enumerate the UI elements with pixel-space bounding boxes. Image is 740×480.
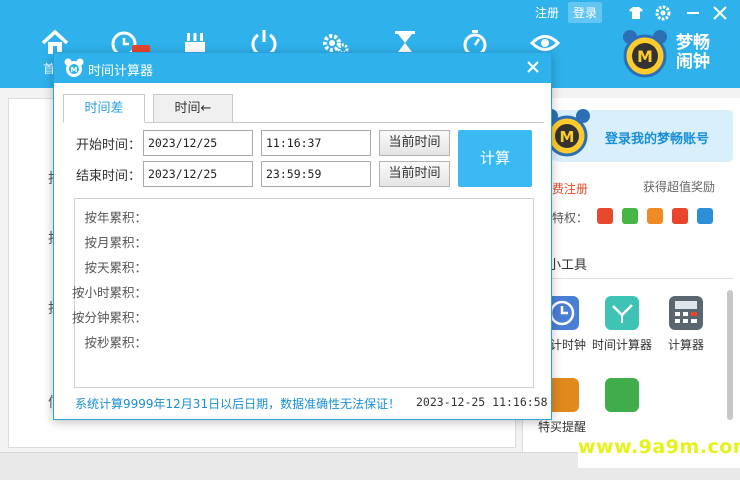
login-link[interactable]: 登录 xyxy=(568,2,603,23)
tools-divider xyxy=(540,278,734,279)
site-watermark: www.9a9m.com xyxy=(578,436,740,458)
tools-section-title: 小工具 xyxy=(548,258,588,273)
monitor-icon xyxy=(605,378,639,412)
close-window-icon[interactable] xyxy=(711,4,729,22)
dialog-title-bar[interactable]: M 时间计算器 xyxy=(54,53,551,83)
gear-icon[interactable] xyxy=(654,4,672,22)
svg-text:M: M xyxy=(560,128,575,146)
brand-logo-area: M 梦畅 闹钟 xyxy=(620,28,710,78)
tool-monitor[interactable] xyxy=(590,378,654,412)
account-login-text[interactable]: 登录我的梦畅账号 xyxy=(605,128,709,147)
alarm-mascot-logo-icon: M xyxy=(620,28,670,78)
time-calculator-icon xyxy=(605,296,639,330)
tab-time-offset[interactable]: 时间← xyxy=(153,94,233,123)
end-date-field[interactable]: 2023/12/25 xyxy=(143,161,253,187)
end-time-field[interactable]: 23:59:59 xyxy=(261,161,371,187)
coupon-icon[interactable] xyxy=(622,208,638,224)
tab-time-difference[interactable]: 时间差 xyxy=(63,94,145,123)
vip-icon[interactable] xyxy=(697,208,713,224)
brand-name-line1: 梦畅 xyxy=(676,33,710,53)
result-year-label: 按年累积： xyxy=(84,210,147,225)
start-time-label: 开始时间： xyxy=(76,138,142,153)
reward-text: 获得超值奖励 xyxy=(643,180,716,194)
date-warning-text: 系统计算9999年12月31日以后日期，数据准确性无法保证！ xyxy=(75,397,401,411)
account-links: 注册 登录 xyxy=(530,2,603,23)
register-link[interactable]: 注册 xyxy=(530,2,564,23)
tool-calculator[interactable]: 计算器 xyxy=(654,296,718,353)
tool-time-calculator[interactable]: 时间计算器 xyxy=(590,296,654,353)
svg-text:M: M xyxy=(71,66,78,74)
result-second-label: 按秒累积： xyxy=(84,335,147,350)
start-date-field[interactable]: 2023/12/25 xyxy=(143,130,253,156)
bonus-icon[interactable] xyxy=(647,208,663,224)
present-icon[interactable] xyxy=(672,208,688,224)
end-time-label: 结束时间： xyxy=(76,169,142,184)
calculate-button[interactable]: 计算 xyxy=(458,130,532,187)
start-time-field[interactable]: 11:16:37 xyxy=(261,130,371,156)
result-hour-label: 按小时累积： xyxy=(71,285,147,300)
time-calculator-dialog: M 时间计算器 时间差 时间← 开始时间： 2023/12/25 11:16:3… xyxy=(53,52,552,420)
start-now-button[interactable]: 当前时间 xyxy=(379,130,450,156)
result-month-label: 按月累积： xyxy=(84,235,147,250)
result-day-label: 按天累积： xyxy=(84,260,147,275)
result-panel: 按年累积： 按月累积： 按天累积： 按小时累积： 按分钟累积： 按秒累积： xyxy=(71,198,534,388)
tool-label: 时间计算器 xyxy=(591,338,652,352)
result-minute-label: 按分钟累积： xyxy=(71,310,147,325)
tool-label: 计算器 xyxy=(667,338,704,352)
brand-name-line2: 闹钟 xyxy=(676,52,710,72)
current-time-readout: 2023-12-25 11:16:58 xyxy=(416,395,548,409)
close-icon[interactable] xyxy=(524,58,542,76)
account-login-banner[interactable]: M 登录我的梦畅账号 xyxy=(537,109,733,162)
gift-icon[interactable] xyxy=(597,208,613,224)
svg-text:M: M xyxy=(637,47,653,66)
calculator-icon xyxy=(669,296,703,330)
sidebar-scrollbar[interactable] xyxy=(727,290,733,420)
dialog-title: 时间计算器 xyxy=(88,64,154,79)
end-now-button[interactable]: 当前时间 xyxy=(379,161,450,187)
clothes-skin-icon[interactable] xyxy=(627,4,645,22)
minimize-icon[interactable] xyxy=(684,4,702,22)
alarm-clock-logo-icon: M xyxy=(63,57,85,79)
